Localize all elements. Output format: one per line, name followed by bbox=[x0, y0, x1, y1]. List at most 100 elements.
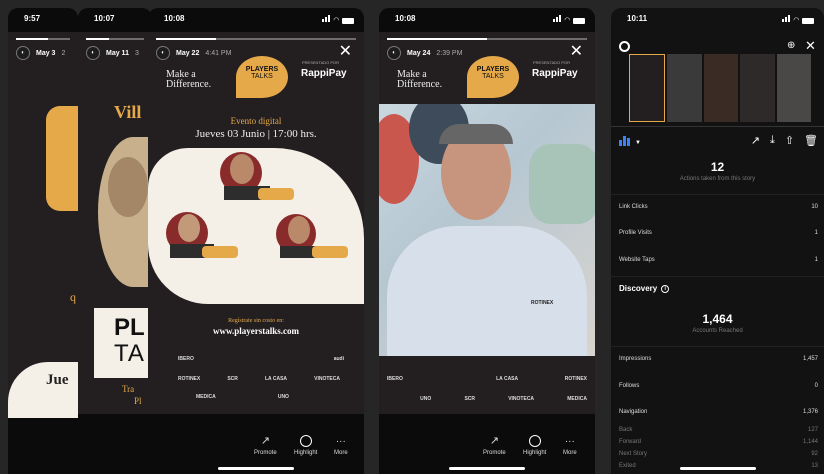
status-bar: 10:08 ◠ bbox=[379, 8, 595, 32]
sponsor-logo: RappiPay bbox=[301, 68, 347, 79]
metric-row: Profile Visits 1 bbox=[619, 230, 818, 236]
battery-icon bbox=[802, 18, 814, 24]
account-avatar[interactable]: ◐ bbox=[156, 46, 170, 60]
home-indicator bbox=[218, 467, 294, 470]
account-avatar[interactable]: ◐ bbox=[387, 46, 401, 60]
story-thumbnails[interactable] bbox=[629, 54, 812, 122]
speaker-name-tag bbox=[312, 246, 348, 258]
story-image[interactable]: q Jue bbox=[8, 32, 78, 418]
status-bar: 10:11 ◠ bbox=[611, 8, 824, 32]
brand-text: TA bbox=[114, 340, 145, 367]
trend-up-icon[interactable]: ↗ bbox=[751, 134, 760, 147]
story-toolbar: ↗ Promote Highlight ··· More bbox=[379, 414, 595, 474]
actions-caption: Actions taken from this story bbox=[679, 176, 756, 182]
story-progress bbox=[86, 38, 144, 40]
download-icon[interactable]: ⊕ bbox=[787, 40, 795, 51]
portrait-photo bbox=[98, 137, 152, 287]
story-progress bbox=[16, 38, 70, 40]
wifi-icon: ◠ bbox=[333, 17, 339, 24]
shirt-logo: ROTINEX bbox=[531, 300, 554, 306]
metric-row: Navigation 1,376 bbox=[619, 409, 818, 415]
highlight-icon bbox=[299, 435, 312, 447]
sponsor-logos-row: UNO SCR VINOTECA MEDICA bbox=[420, 396, 587, 402]
home-indicator bbox=[449, 467, 525, 470]
event-date: Jueves 03 Junio | 17:00 hrs. bbox=[195, 128, 317, 140]
metric-row: Impressions 1,457 bbox=[619, 356, 818, 362]
story-header: ◐ May 22 4:41 PM ✕ bbox=[156, 44, 356, 62]
phone-screen-3: 10:08 ◠ ◐ May 22 4:41 PM ✕ Make a Differe… bbox=[148, 8, 364, 474]
discovery-header: Discovery i bbox=[619, 284, 670, 293]
metric-row: Follows 0 bbox=[619, 383, 818, 389]
speaker-name-tag bbox=[258, 188, 294, 200]
download-icon[interactable]: ⤓ bbox=[770, 134, 775, 147]
status-bar: 10:08 ◠ bbox=[148, 8, 364, 32]
battery-icon bbox=[573, 18, 585, 24]
phone-screen-1: 9:57 ◐ May 3 2 q Jue bbox=[8, 8, 78, 474]
story-header: ◐ May 24 2:39 PM ✕ bbox=[387, 44, 587, 62]
story-header: ◐ May 11 3 bbox=[86, 44, 144, 62]
more-icon: ··· bbox=[564, 436, 575, 447]
info-icon[interactable]: i bbox=[661, 284, 670, 293]
story-image[interactable]: Vill PL TA Tra Pl bbox=[78, 32, 152, 414]
share-icon[interactable]: ⇧ bbox=[785, 134, 794, 147]
wifi-icon: ◠ bbox=[564, 17, 570, 24]
speaker-name-tag bbox=[202, 246, 238, 258]
close-icon[interactable]: ✕ bbox=[805, 38, 816, 54]
sponsor-logos-row: IBERO LA CASA ROTINEX bbox=[387, 376, 587, 382]
speaker-face bbox=[230, 154, 254, 184]
more-button[interactable]: ··· More bbox=[563, 436, 577, 456]
story-image[interactable]: Make a Difference. PLAYERS TALKS PRESENTA… bbox=[148, 32, 364, 414]
highlight-button[interactable]: Highlight bbox=[523, 435, 546, 456]
actions-count: 12 bbox=[710, 160, 725, 174]
sponsor-logo: RappiPay bbox=[532, 68, 578, 79]
insights-tab[interactable]: ▼ bbox=[619, 136, 641, 146]
players-talks-badge: PLAYERS TALKS bbox=[467, 56, 519, 98]
story-image[interactable]: Make a Difference. PLAYERS TALKS PRESENTA… bbox=[379, 32, 595, 414]
home-indicator bbox=[679, 467, 756, 470]
promote-button[interactable]: ↗ Promote bbox=[483, 434, 506, 456]
story-progress bbox=[156, 38, 356, 40]
more-button[interactable]: ··· More bbox=[334, 436, 348, 456]
brand-text: PL bbox=[114, 314, 145, 341]
speaker-face bbox=[178, 214, 200, 242]
register-label: Regístrate sin costo en: bbox=[228, 318, 284, 324]
highlight-button[interactable]: Highlight bbox=[294, 435, 317, 456]
tagline: Make a Difference. bbox=[397, 69, 443, 90]
account-avatar[interactable]: ◐ bbox=[16, 46, 30, 60]
accounts-reached-value: 1,464 bbox=[702, 312, 733, 326]
metric-subrow: Next Story 92 bbox=[619, 451, 818, 457]
account-avatar[interactable]: ◐ bbox=[86, 46, 100, 60]
phone-screen-2: 10:07 ◐ May 11 3 Vill PL TA Tra Pl bbox=[78, 8, 152, 474]
metric-subrow: Back 127 bbox=[619, 427, 818, 433]
tagline: Make a Difference. bbox=[166, 69, 212, 90]
sponsor-logos-row: ROTINEX SCR LA CASA VINOTECA bbox=[178, 376, 340, 382]
phone-screen-4: 10:08 ◠ ◐ May 24 2:39 PM ✕ Make a Differe… bbox=[379, 8, 595, 474]
story-text: Pl bbox=[134, 396, 142, 406]
metric-subrow: Forward 1,144 bbox=[619, 439, 818, 445]
register-url[interactable]: www.playerstalks.com bbox=[148, 326, 364, 336]
highlight-icon bbox=[528, 435, 541, 447]
story-headline: Vill bbox=[114, 102, 142, 122]
close-icon[interactable]: ✕ bbox=[339, 44, 352, 60]
status-bar: 9:57 bbox=[24, 14, 41, 23]
trash-icon[interactable]: 🗑 bbox=[804, 134, 818, 147]
story-toolbar: ↗ Promote Highlight ··· More bbox=[148, 414, 364, 474]
battery-icon bbox=[342, 18, 354, 24]
status-bar: 10:07 bbox=[94, 14, 115, 23]
video-frame[interactable]: ROTINEX bbox=[379, 104, 595, 356]
sponsor-logos-row: MEDICA UNO bbox=[196, 394, 289, 400]
close-icon[interactable]: ✕ bbox=[570, 44, 583, 60]
chevron-down-icon: ▼ bbox=[635, 140, 641, 146]
settings-icon[interactable] bbox=[619, 41, 630, 52]
metric-row: Link Clicks 10 bbox=[619, 204, 818, 210]
story-header: ◐ May 3 2 bbox=[16, 44, 70, 62]
event-label: Evento digital bbox=[230, 116, 282, 126]
accounts-reached-caption: Accounts Reached bbox=[692, 328, 743, 334]
story-text: Tra bbox=[122, 384, 135, 394]
sponsor-logos-row: IBERO audi bbox=[178, 356, 344, 362]
story-progress bbox=[387, 38, 587, 40]
players-talks-badge: PLAYERS TALKS bbox=[236, 56, 288, 98]
promote-button[interactable]: ↗ Promote bbox=[254, 434, 277, 456]
story-text: q bbox=[70, 290, 76, 304]
metric-row: Website Taps 1 bbox=[619, 257, 818, 263]
